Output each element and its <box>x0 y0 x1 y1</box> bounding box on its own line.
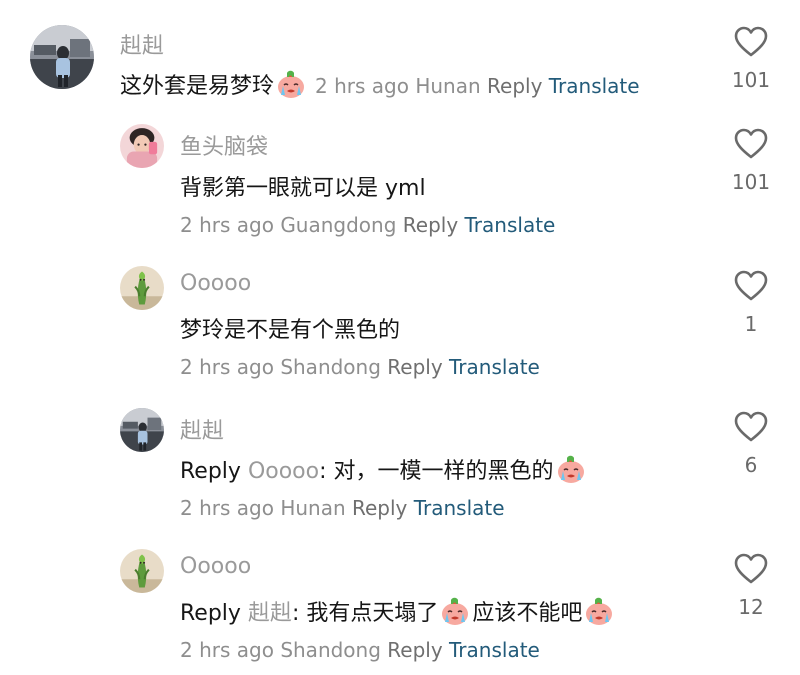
reply-button[interactable]: Reply <box>403 213 458 237</box>
like-button[interactable]: 6 <box>721 411 781 477</box>
comment-time: 2 hrs ago <box>180 355 274 379</box>
like-count: 6 <box>744 453 758 477</box>
heart-outline-icon <box>734 128 768 160</box>
comment-text: Reply Ooooo: 对，一模一样的黑色的 <box>180 453 588 485</box>
heart-outline-icon <box>734 26 768 58</box>
heart-outline-icon <box>734 411 768 443</box>
heart-outline-icon <box>734 553 768 585</box>
comment-meta: 2 hrs ago Shandong Reply Translate <box>180 355 540 379</box>
comment-text-body: : 对，一模一样的黑色的 <box>319 459 554 484</box>
comment-location: Hunan <box>280 496 346 520</box>
reply-button[interactable]: Reply <box>352 496 407 520</box>
comment-text-body: : 我有点天塌了 <box>291 601 439 626</box>
comment-username[interactable]: Ooooo <box>180 554 251 579</box>
like-count: 12 <box>738 595 764 619</box>
comment-username[interactable]: Ooooo <box>180 271 251 296</box>
comment-time: 2 hrs ago <box>180 213 274 237</box>
comment-location: Hunan <box>415 74 481 98</box>
crying-face-emoji-icon <box>584 596 614 626</box>
reply-button[interactable]: Reply <box>387 638 442 662</box>
like-button[interactable]: 1 <box>721 270 781 336</box>
reply-target-username[interactable]: 赳赳 <box>248 601 292 626</box>
crying-face-emoji-icon <box>440 596 470 626</box>
comment-text-body: 这外套是易梦玲 <box>120 74 275 99</box>
crying-face-emoji-icon <box>276 69 306 99</box>
reply-button[interactable]: Reply <box>487 74 542 98</box>
comment-text-body: 应该不能吧 <box>472 601 583 626</box>
reply-target-username[interactable]: Ooooo <box>248 459 319 484</box>
comment-location: Shandong <box>280 355 381 379</box>
translate-button[interactable]: Translate <box>449 355 540 379</box>
comment-time: 2 hrs ago <box>180 638 274 662</box>
avatar[interactable] <box>120 124 164 168</box>
comment-username[interactable]: 鱼头脑袋 <box>180 129 268 161</box>
translate-button[interactable]: Translate <box>465 213 556 237</box>
like-count: 101 <box>731 68 771 92</box>
translate-button[interactable]: Translate <box>449 638 540 662</box>
avatar[interactable] <box>120 266 164 310</box>
comment-text: 梦玲是不是有个黑色的 <box>180 318 401 343</box>
comment-username[interactable]: 赳赳 <box>180 413 224 445</box>
comment-location: Guangdong <box>280 213 397 237</box>
reply-prefix: Reply <box>180 601 241 626</box>
comment-text: 这外套是易梦玲 2 hrs ago Hunan Reply Translate <box>120 68 640 100</box>
comment-time: 2 hrs ago <box>315 74 409 98</box>
translate-button[interactable]: Translate <box>549 74 640 98</box>
reply-button[interactable]: Reply <box>387 355 442 379</box>
avatar[interactable] <box>120 408 164 452</box>
reply-prefix: Reply <box>180 459 241 484</box>
like-button[interactable]: 101 <box>721 128 781 194</box>
heart-outline-icon <box>734 270 768 302</box>
crying-face-emoji-icon <box>556 454 586 484</box>
avatar[interactable] <box>30 25 94 89</box>
comment-text: Reply 赳赳: 我有点天塌了 应该不能吧 <box>180 595 616 627</box>
comment-location: Shandong <box>280 638 381 662</box>
comment-text: 背影第一眼就可以是 yml <box>180 176 426 201</box>
comment-meta: 2 hrs ago Guangdong Reply Translate <box>180 213 555 237</box>
like-count: 101 <box>731 170 771 194</box>
like-button[interactable]: 12 <box>721 553 781 619</box>
comment-meta: 2 hrs ago Hunan Reply Translate <box>180 496 505 520</box>
comment-time: 2 hrs ago <box>180 496 274 520</box>
comment-meta: 2 hrs ago Shandong Reply Translate <box>180 638 540 662</box>
avatar[interactable] <box>120 549 164 593</box>
comment-username[interactable]: 赳赳 <box>120 28 164 60</box>
translate-button[interactable]: Translate <box>414 496 505 520</box>
like-count: 1 <box>744 312 758 336</box>
like-button[interactable]: 101 <box>721 26 781 92</box>
